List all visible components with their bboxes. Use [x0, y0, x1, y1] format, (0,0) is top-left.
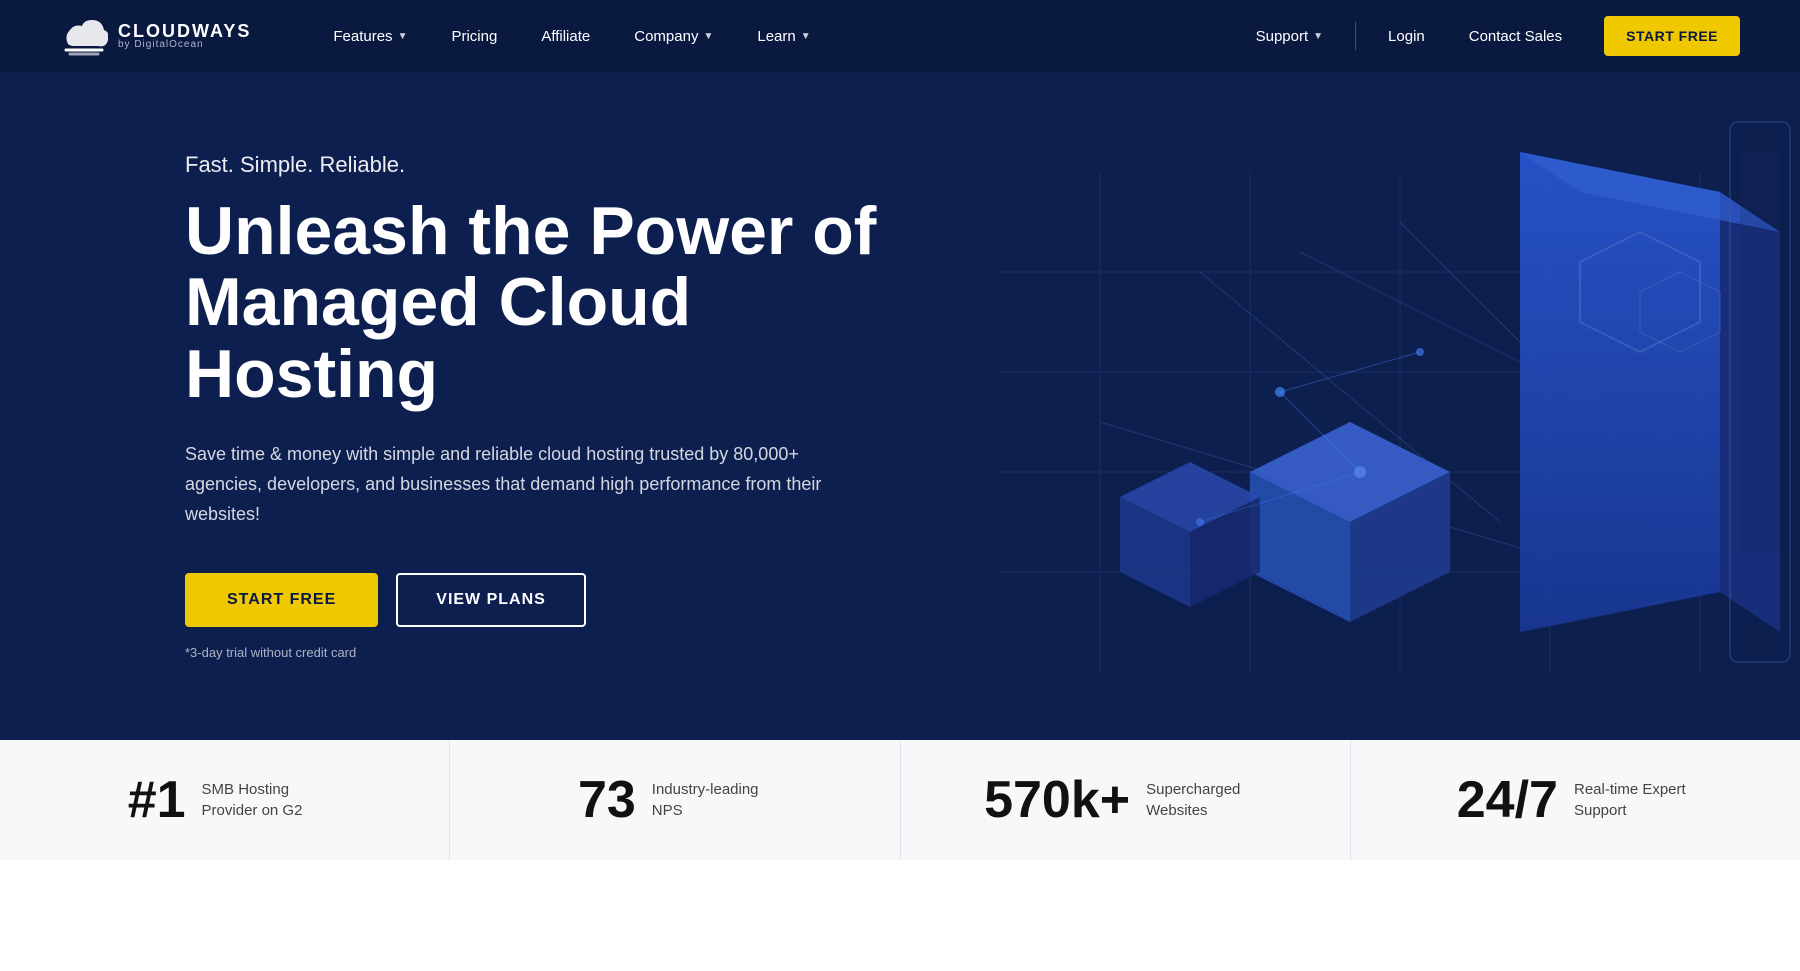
nav-divider — [1355, 22, 1356, 50]
nav-affiliate[interactable]: Affiliate — [519, 0, 612, 72]
stat-number-4: 24/7 — [1457, 774, 1558, 826]
stat-item-1: #1 SMB Hosting Provider on G2 — [0, 740, 450, 860]
hero-description: Save time & money with simple and reliab… — [185, 440, 865, 529]
hero-title: Unleash the Power of Managed Cloud Hosti… — [185, 196, 935, 410]
hero-content: Fast. Simple. Reliable. Unleash the Powe… — [185, 152, 935, 660]
hero-visual — [900, 72, 1800, 732]
brand-name: CLOUDWAYS — [118, 22, 251, 40]
trial-note: *3-day trial without credit card — [185, 645, 935, 660]
hero-start-free-button[interactable]: START FREE — [185, 573, 378, 627]
stat-item-2: 73 Industry-leading NPS — [450, 740, 900, 860]
stat-label-2: Industry-leading NPS — [652, 779, 772, 821]
hero-tagline: Fast. Simple. Reliable. — [185, 152, 935, 178]
stat-number-3: 570k+ — [984, 774, 1130, 826]
nav-pricing[interactable]: Pricing — [429, 0, 519, 72]
nav-login[interactable]: Login — [1366, 0, 1447, 72]
hero-section: Fast. Simple. Reliable. Unleash the Powe… — [0, 72, 1800, 740]
stat-label-3: Supercharged Websites — [1146, 779, 1266, 821]
brand-sub: by DigitalOcean — [118, 40, 251, 50]
stat-item-4: 24/7 Real-time Expert Support — [1351, 740, 1800, 860]
chevron-down-icon: ▼ — [398, 31, 408, 42]
nav-features[interactable]: Features ▼ — [311, 0, 429, 72]
hero-view-plans-button[interactable]: VIEW PLANS — [396, 573, 586, 627]
nav-start-free-button[interactable]: START FREE — [1604, 16, 1740, 56]
nav-right: Support ▼ Login Contact Sales START FREE — [1234, 0, 1740, 72]
stat-number-1: #1 — [128, 774, 186, 826]
nav-learn[interactable]: Learn ▼ — [735, 0, 832, 72]
stat-label-1: SMB Hosting Provider on G2 — [202, 779, 322, 821]
hero-buttons: START FREE VIEW PLANS — [185, 573, 935, 627]
nav-company[interactable]: Company ▼ — [612, 0, 735, 72]
navbar: CLOUDWAYS by DigitalOcean Features ▼ Pri… — [0, 0, 1800, 72]
nav-support[interactable]: Support ▼ — [1234, 0, 1345, 72]
chevron-down-icon: ▼ — [703, 31, 713, 42]
chevron-down-icon: ▼ — [1313, 31, 1323, 42]
chevron-down-icon: ▼ — [801, 31, 811, 42]
nav-contact-sales[interactable]: Contact Sales — [1447, 0, 1584, 72]
stat-item-3: 570k+ Supercharged Websites — [901, 740, 1351, 860]
stat-label-4: Real-time Expert Support — [1574, 779, 1694, 821]
logo[interactable]: CLOUDWAYS by DigitalOcean — [60, 16, 251, 56]
stats-bar: #1 SMB Hosting Provider on G2 73 Industr… — [0, 740, 1800, 860]
nav-links: Features ▼ Pricing Affiliate Company ▼ L… — [311, 0, 1233, 72]
stat-number-2: 73 — [578, 774, 636, 826]
